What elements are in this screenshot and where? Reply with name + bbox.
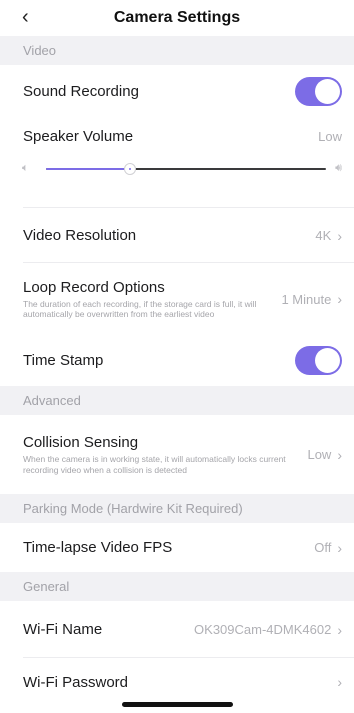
timelapse-row[interactable]: Time-lapse Video FPS Off › xyxy=(0,523,354,572)
speaker-low-icon: 🔈︎ xyxy=(22,162,29,174)
chevron-right-icon: › xyxy=(337,291,342,307)
sound-recording-row: Sound Recording xyxy=(0,65,354,117)
wifi-name-row[interactable]: Wi-Fi Name OK309Cam-4DMK4602 › xyxy=(0,601,354,658)
wifi-password-row[interactable]: Wi-Fi Password › xyxy=(0,658,354,706)
section-header-video: Video xyxy=(0,36,354,65)
time-stamp-toggle[interactable] xyxy=(295,346,342,375)
loop-record-description: The duration of each recording, if the s… xyxy=(23,298,257,320)
collision-sensing-value: Low › xyxy=(307,447,342,463)
wifi-password-value: › xyxy=(331,674,342,690)
loop-record-value-text: 1 Minute xyxy=(281,291,332,307)
loop-record-text: Loop Record Options The duration of each… xyxy=(23,279,263,320)
loop-record-value: 1 Minute › xyxy=(281,291,342,307)
time-stamp-row: Time Stamp xyxy=(0,335,354,386)
speaker-volume-slider[interactable] xyxy=(46,163,326,175)
section-header-parking: Parking Mode (Hardwire Kit Required) xyxy=(0,494,354,523)
speaker-high-icon: 🔊︎ xyxy=(335,162,342,174)
spacer-row xyxy=(0,188,354,208)
video-resolution-label: Video Resolution xyxy=(23,227,137,244)
speaker-volume-slider-row: 🔈︎ 🔊︎ xyxy=(0,155,354,188)
wifi-name-value: OK309Cam-4DMK4602 › xyxy=(194,622,342,638)
collision-sensing-description: When the camera is in working state, it … xyxy=(23,454,286,475)
loop-record-label: Loop Record Options xyxy=(23,278,165,296)
home-indicator xyxy=(122,702,233,707)
chevron-right-icon: › xyxy=(337,674,342,690)
timelapse-value-text: Off xyxy=(314,540,332,555)
collision-sensing-text: Collision Sensing When the camera is in … xyxy=(23,434,288,475)
header-bar: ‹ Camera Settings xyxy=(0,0,354,36)
video-resolution-value-text: 4K xyxy=(315,228,332,243)
chevron-right-icon: › xyxy=(337,539,342,556)
section-header-advanced: Advanced xyxy=(0,386,354,415)
section-header-general: General xyxy=(0,572,354,601)
collision-sensing-value-text: Low xyxy=(307,447,332,462)
chevron-right-icon: › xyxy=(337,227,342,244)
toggle-knob xyxy=(315,78,340,104)
wifi-name-value-text: OK309Cam-4DMK4602 xyxy=(194,622,332,637)
slider-fill xyxy=(46,168,130,170)
loop-record-row[interactable]: Loop Record Options The duration of each… xyxy=(0,263,354,335)
collision-sensing-label: Collision Sensing xyxy=(23,434,139,451)
sound-recording-label: Sound Recording xyxy=(23,82,139,100)
chevron-right-icon: › xyxy=(337,446,342,463)
sound-recording-toggle[interactable] xyxy=(295,76,342,106)
wifi-name-label: Wi-Fi Name xyxy=(23,621,103,638)
time-stamp-label: Time Stamp xyxy=(23,352,104,369)
speaker-volume-label: Speaker Volume xyxy=(23,127,134,145)
wifi-password-label: Wi-Fi Password xyxy=(23,673,129,691)
chevron-right-icon: › xyxy=(337,621,342,638)
collision-sensing-row[interactable]: Collision Sensing When the camera is in … xyxy=(0,415,354,494)
page-title: Camera Settings xyxy=(113,9,241,26)
toggle-knob xyxy=(315,348,340,373)
timelapse-label: Time-lapse Video FPS xyxy=(23,539,173,556)
video-resolution-value: 4K › xyxy=(315,228,342,244)
timelapse-value: Off › xyxy=(314,540,342,556)
slider-thumb[interactable] xyxy=(124,163,136,175)
video-resolution-row[interactable]: Video Resolution 4K › xyxy=(0,208,354,263)
speaker-volume-row: Speaker Volume Low xyxy=(0,117,354,155)
speaker-volume-value: Low xyxy=(318,128,342,144)
back-chevron-icon[interactable]: ‹ xyxy=(22,7,29,27)
